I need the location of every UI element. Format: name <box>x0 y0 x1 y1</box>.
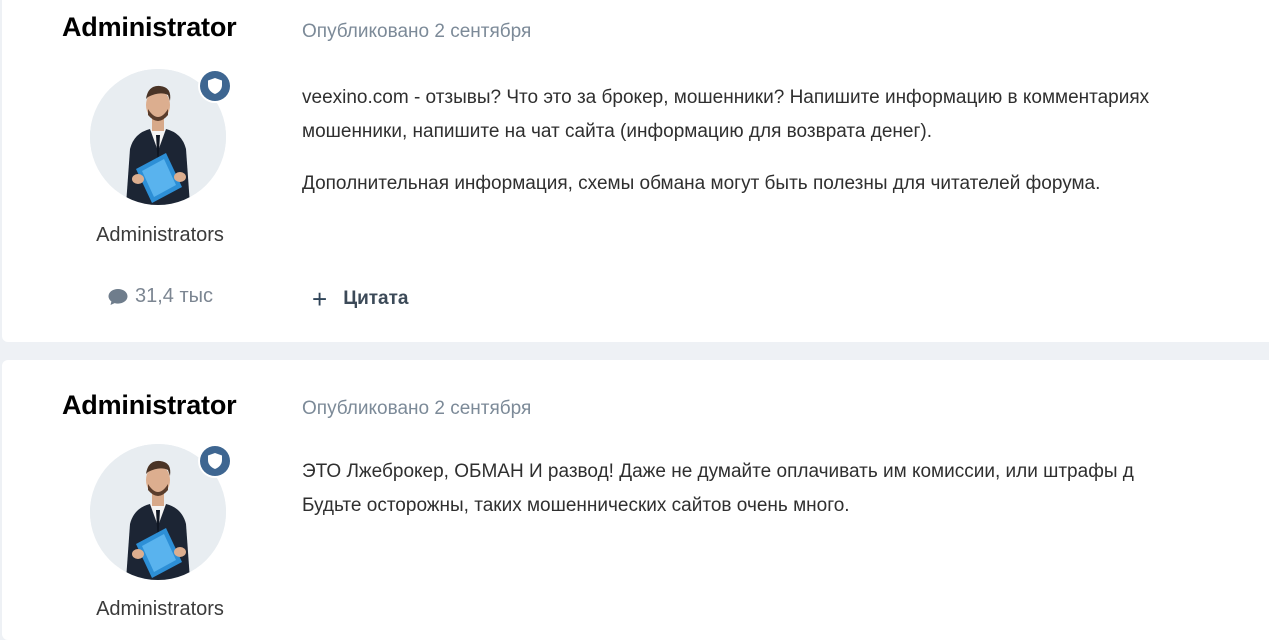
post-text-line: Будьте осторожны, таких мошеннических са… <box>302 495 850 516</box>
user-group: Administrators <box>96 224 224 246</box>
post-card: Administrator Administrators 31,4 тыс Оп… <box>2 0 1269 342</box>
admin-badge <box>198 69 232 103</box>
shield-icon <box>208 78 222 94</box>
post-date[interactable]: Опубликовано 2 сентября <box>302 398 531 420</box>
author-name[interactable]: Administrator <box>62 12 237 43</box>
post-date[interactable]: Опубликовано 2 сентября <box>302 21 531 43</box>
post-count-value: 31,4 тыс <box>134 285 214 307</box>
quote-label: Цитата <box>343 288 409 309</box>
author-name[interactable]: Administrator <box>62 390 237 421</box>
user-group: Administrators <box>96 598 224 620</box>
post-count[interactable]: 31,4 тыс <box>62 285 258 308</box>
shield-icon <box>208 453 222 469</box>
post-text-line: ЭТО Лжеброкер, ОБМАН И развод! Даже не д… <box>302 461 1134 482</box>
quote-button[interactable]: + Цитата <box>312 286 409 312</box>
admin-badge <box>198 444 232 478</box>
plus-icon: + <box>312 284 328 314</box>
post-text-line: мошенники, напишите на чат сайта (информ… <box>302 121 932 142</box>
post-content: veexino.com - отзывы? Что это за брокер,… <box>302 81 1269 201</box>
post-card: Administrator Administrators Опубликован… <box>2 360 1269 640</box>
post-text-line: Дополнительная информация, схемы обмана … <box>302 173 1101 194</box>
post-content: ЭТО Лжеброкер, ОБМАН И развод! Даже не д… <box>302 455 1269 523</box>
comment-icon <box>108 288 128 305</box>
post-text-line: veexino.com - отзывы? Что это за брокер,… <box>302 87 1150 108</box>
